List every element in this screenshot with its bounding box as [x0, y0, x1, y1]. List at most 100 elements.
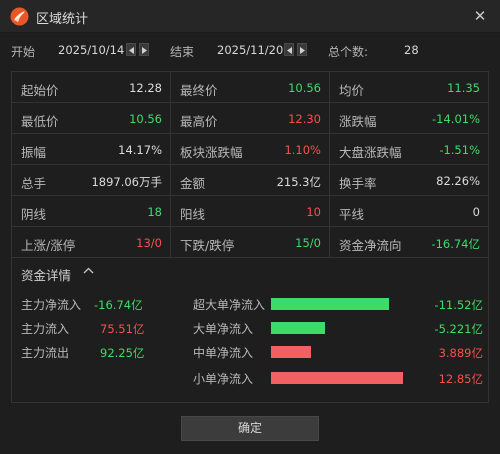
fund-left-row: 主力净流入 -16.74亿	[21, 296, 161, 316]
fund-value: 12.85亿	[438, 372, 483, 386]
fund-value: -16.74亿	[94, 298, 143, 312]
stat-label: 最终价	[180, 83, 218, 98]
stat-value: -14.01%	[432, 112, 480, 126]
start-next-button[interactable]	[139, 43, 149, 56]
stat-label: 板块涨跌幅	[180, 145, 243, 160]
stat-cell: 金额 215.3亿	[171, 165, 330, 196]
end-prev-button[interactable]	[284, 43, 294, 56]
fund-label: 主力流出	[21, 346, 70, 360]
stat-cell: 振幅 14.17%	[12, 134, 171, 165]
stat-value: 1.10%	[284, 143, 321, 157]
count-value: 28	[404, 43, 419, 57]
logo-icon	[10, 7, 29, 26]
stat-cell: 上涨/涨停 13/0	[12, 227, 171, 258]
fund-bar	[271, 322, 325, 334]
stat-cell: 下跌/跌停 15/0	[171, 227, 330, 258]
stat-cell: 最高价 12.30	[171, 103, 330, 134]
stat-value: 10	[306, 205, 321, 219]
stat-label: 阴线	[21, 207, 47, 222]
fund-right-row: 小单净流入 12.85亿	[193, 370, 483, 390]
stat-label: 金额	[180, 176, 206, 191]
stat-value: -16.74亿	[431, 237, 480, 251]
fund-right-row: 中单净流入 3.889亿	[193, 344, 483, 364]
fund-left-row: 主力流入 75.51亿	[21, 320, 161, 340]
stat-value: 13/0	[136, 236, 162, 250]
fund-value: -11.52亿	[434, 298, 483, 312]
fund-details-title: 资金详情	[21, 268, 72, 283]
fund-right-row: 大单净流入 -5.221亿	[193, 320, 483, 340]
window-title: 区域统计	[36, 12, 89, 27]
date-range-row: 开始 2025/10/14 结束 2025/11/20 总个数: 28	[0, 36, 500, 64]
stats-grid: 起始价 12.28 最终价 10.56 均价 11.35 最低价 10.56 最高价 12…	[11, 71, 489, 258]
fund-label: 超大单净流入	[193, 298, 266, 312]
stat-label: 涨跌幅	[339, 114, 377, 129]
stat-label: 下跌/跌停	[180, 238, 235, 253]
start-label: 开始	[11, 45, 36, 59]
stat-cell: 总手 1897.06万手	[12, 165, 171, 196]
fund-bar	[271, 346, 311, 358]
fund-details-panel: 资金详情 主力净流入 -16.74亿 主力流入 75.51亿 主力流出 92.2…	[11, 257, 489, 403]
end-label: 结束	[170, 45, 195, 59]
next-arrow-icon	[300, 47, 305, 54]
fund-value: -5.221亿	[434, 322, 483, 336]
stat-cell: 最低价 10.56	[12, 103, 171, 134]
fund-bar	[271, 298, 389, 310]
stat-cell: 阳线 10	[171, 196, 330, 227]
stat-label: 阳线	[180, 207, 206, 222]
stat-value: 0	[472, 205, 480, 219]
prev-arrow-icon	[287, 47, 292, 54]
stat-value: 10.56	[129, 112, 162, 126]
close-icon: ✕	[473, 7, 487, 25]
stat-label: 上涨/涨停	[21, 238, 76, 253]
stat-label: 起始价	[21, 83, 59, 98]
stat-label: 换手率	[339, 176, 377, 191]
stat-value: 12.28	[129, 81, 162, 95]
start-date[interactable]: 2025/10/14	[58, 43, 124, 57]
stat-label: 振幅	[21, 145, 47, 160]
stat-value: 215.3亿	[276, 175, 321, 189]
close-button[interactable]: ✕	[470, 6, 490, 26]
end-date[interactable]: 2025/11/20	[217, 43, 283, 57]
stat-label: 均价	[339, 83, 365, 98]
ok-button[interactable]: 确定	[181, 416, 319, 441]
stat-value: 82.26%	[436, 174, 480, 188]
stat-label: 平线	[339, 207, 365, 222]
stat-value: 10.56	[288, 81, 321, 95]
stat-value: 14.17%	[118, 143, 162, 157]
fund-label: 中单净流入	[193, 346, 254, 360]
stat-cell: 阴线 18	[12, 196, 171, 227]
end-next-button[interactable]	[297, 43, 307, 56]
stat-cell: 板块涨跌幅 1.10%	[171, 134, 330, 165]
stat-label: 总手	[21, 176, 47, 191]
count-label: 总个数:	[328, 45, 369, 59]
fund-bar	[271, 372, 403, 384]
fund-left-row: 主力流出 92.25亿	[21, 344, 161, 364]
prev-arrow-icon	[129, 47, 134, 54]
stat-value: -1.51%	[439, 143, 480, 157]
stat-label: 大盘涨跌幅	[339, 145, 402, 160]
fund-right-row: 超大单净流入 -11.52亿	[193, 296, 483, 316]
stat-value: 11.35	[447, 81, 480, 95]
stat-cell: 最终价 10.56	[171, 72, 330, 103]
stat-cell: 均价 11.35	[330, 72, 489, 103]
stat-cell: 起始价 12.28	[12, 72, 171, 103]
stat-cell: 换手率 82.26%	[330, 165, 489, 196]
chevron-up-icon[interactable]	[83, 267, 94, 274]
fund-label: 小单净流入	[193, 372, 254, 386]
stat-cell: 平线 0	[330, 196, 489, 227]
stat-value: 15/0	[295, 236, 321, 250]
stat-cell: 涨跌幅 -14.01%	[330, 103, 489, 134]
stat-value: 1897.06万手	[91, 175, 162, 189]
stat-label: 资金净流向	[339, 238, 402, 253]
stat-label: 最高价	[180, 114, 218, 129]
next-arrow-icon	[142, 47, 147, 54]
stat-label: 最低价	[21, 114, 59, 129]
stat-value: 12.30	[288, 112, 321, 126]
start-prev-button[interactable]	[126, 43, 136, 56]
fund-value: 75.51亿	[100, 322, 145, 336]
fund-label: 大单净流入	[193, 322, 254, 336]
fund-value: 3.889亿	[438, 346, 483, 360]
stat-cell: 大盘涨跌幅 -1.51%	[330, 134, 489, 165]
fund-label: 主力流入	[21, 322, 70, 336]
fund-label: 主力净流入	[21, 298, 82, 312]
